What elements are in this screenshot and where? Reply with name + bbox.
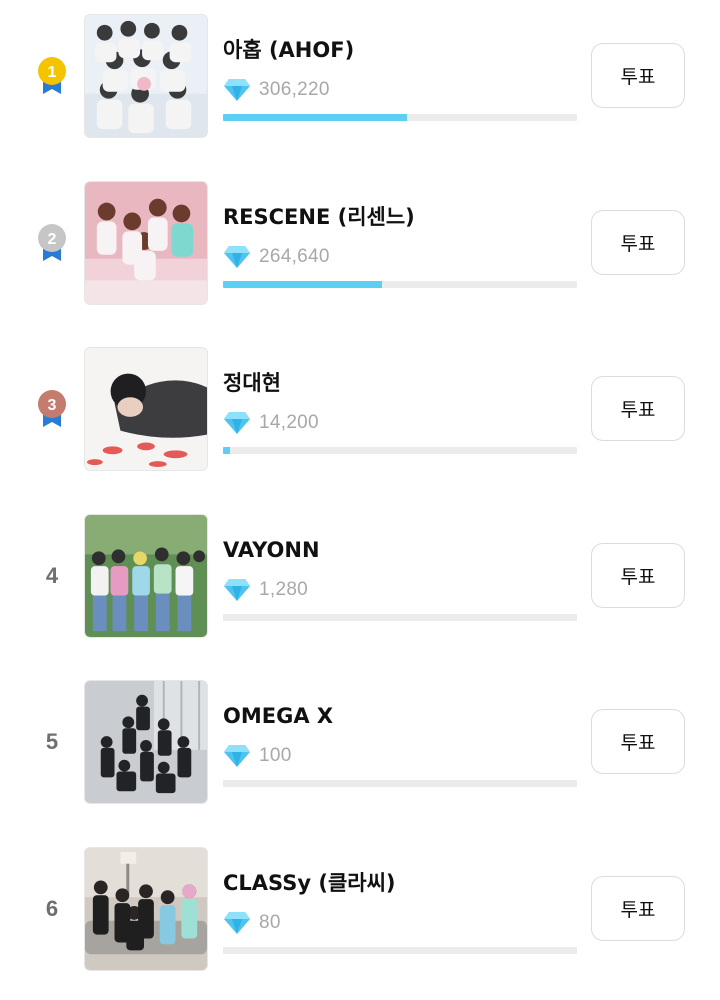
- vote-count: 80: [223, 911, 281, 937]
- group-photo-image: [85, 15, 207, 137]
- solo-portrait-image: [85, 348, 207, 470]
- artist-thumbnail[interactable]: [84, 680, 208, 804]
- vote-button[interactable]: 투표: [591, 210, 685, 275]
- rank-number: 3: [48, 397, 57, 414]
- diamond-icon: [223, 578, 251, 602]
- rank-badge: 3: [30, 389, 74, 429]
- vote-progress-bar: [223, 447, 577, 454]
- vote-count-value: 80: [259, 912, 281, 933]
- rank-number: 1: [48, 64, 57, 81]
- ranking-row: 2 RESCENE (리센느) 264,640 투표: [0, 181, 720, 305]
- vote-progress-bar: [223, 947, 577, 954]
- vote-progress-bar: [223, 281, 577, 288]
- vote-button[interactable]: 투표: [591, 543, 685, 608]
- gold-medal-icon: 1: [38, 57, 66, 94]
- rank-number: 6: [45, 896, 59, 921]
- bronze-medal-icon: 3: [38, 390, 66, 427]
- artist-name: CLASSy (클라씨): [223, 871, 396, 895]
- vote-progress-fill: [223, 114, 408, 121]
- rank-badge: 5: [30, 722, 74, 762]
- ranking-list: 1 아홉 (AHOF) 306,220 투표 2 RESCENE (리센느) 2…: [0, 0, 720, 1000]
- rank-badge: 4: [30, 556, 74, 596]
- rank-badge: 2: [30, 223, 74, 263]
- artist-thumbnail[interactable]: [84, 347, 208, 471]
- vote-count-value: 1,280: [259, 579, 309, 600]
- artist-name: 아홉 (AHOF): [223, 38, 355, 62]
- rank-number: 5: [45, 729, 59, 754]
- vote-progress-fill: [223, 447, 231, 454]
- vote-button[interactable]: 투표: [591, 709, 685, 774]
- vote-count: 306,220: [223, 78, 330, 104]
- group-photo-image: [85, 182, 207, 304]
- vote-count: 14,200: [223, 411, 319, 437]
- vote-button[interactable]: 투표: [591, 43, 685, 108]
- vote-progress-fill: [223, 281, 383, 288]
- diamond-icon: [223, 911, 251, 935]
- rank-badge: 1: [30, 56, 74, 96]
- ranking-row: 4 VAYONN 1,280 투표: [0, 514, 720, 638]
- artist-name: 정대현: [223, 371, 281, 395]
- ranking-row: 6 CLASSy (클라씨) 80 투표: [0, 847, 720, 971]
- vote-progress-bar: [223, 114, 577, 121]
- artist-thumbnail[interactable]: [84, 847, 208, 971]
- group-photo-image: [85, 681, 207, 803]
- group-photo-image: [85, 848, 207, 970]
- vote-count: 100: [223, 744, 292, 770]
- diamond-icon: [223, 411, 251, 435]
- diamond-icon: [223, 744, 251, 768]
- artist-thumbnail[interactable]: [84, 181, 208, 305]
- vote-progress-bar: [223, 780, 577, 787]
- vote-count-value: 14,200: [259, 412, 319, 433]
- rank-number: 4: [45, 563, 59, 588]
- vote-button[interactable]: 투표: [591, 376, 685, 441]
- vote-count-value: 100: [259, 745, 292, 766]
- artist-name: VAYONN: [223, 538, 320, 562]
- diamond-icon: [223, 245, 251, 269]
- artist-name: RESCENE (리센느): [223, 205, 415, 229]
- ranking-row: 3 정대현 14,200 투표: [0, 347, 720, 471]
- artist-thumbnail[interactable]: [84, 14, 208, 138]
- vote-count-value: 264,640: [259, 246, 330, 267]
- ranking-row: 1 아홉 (AHOF) 306,220 투표: [0, 14, 720, 138]
- vote-count: 1,280: [223, 578, 308, 604]
- artist-name: OMEGA X: [223, 704, 334, 728]
- rank-number: 2: [48, 231, 57, 248]
- silver-medal-icon: 2: [38, 224, 66, 261]
- rank-badge: 6: [30, 889, 74, 929]
- diamond-icon: [223, 78, 251, 102]
- vote-count: 264,640: [223, 245, 330, 271]
- vote-button[interactable]: 투표: [591, 876, 685, 941]
- group-photo-image: [85, 515, 207, 637]
- vote-progress-bar: [223, 614, 577, 621]
- artist-thumbnail[interactable]: [84, 514, 208, 638]
- vote-count-value: 306,220: [259, 79, 330, 100]
- ranking-row: 5 OMEGA X 100 투표: [0, 680, 720, 804]
